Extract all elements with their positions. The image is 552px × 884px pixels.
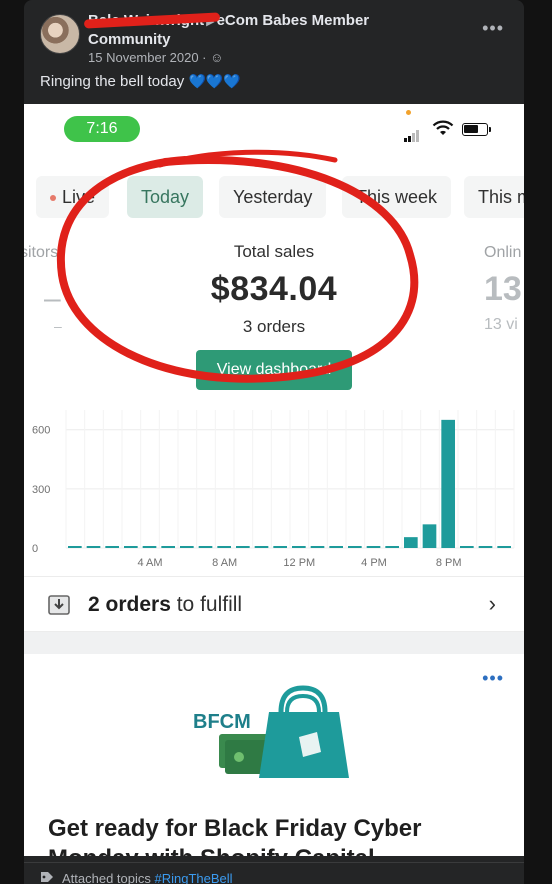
footer-text: Attached topics #RingTheBell — [62, 871, 233, 884]
tab-yesterday[interactable]: Yesterday — [219, 176, 327, 218]
total-sales-label: Total sales — [233, 242, 315, 261]
hashtag-link[interactable]: #RingTheBell — [155, 871, 233, 884]
bar-1-am — [86, 546, 101, 548]
visitors-sub: – — [54, 318, 62, 334]
bar-10-am — [254, 546, 269, 548]
attached-topics-label: Attached topics — [62, 871, 151, 884]
online-sub: 13 vi — [484, 316, 518, 333]
bar-10-pm — [478, 546, 493, 548]
orders-count: 3 orders — [242, 317, 306, 336]
bar-3-pm — [348, 546, 362, 548]
recording-dot-icon — [406, 110, 411, 115]
bfcm-bag-illustration: BFCM — [193, 685, 349, 778]
online-label: Onlin — [484, 244, 522, 261]
attached-screenshot[interactable]: 7:16 Live Today Yesterday This week This… — [24, 104, 524, 856]
tag-icon — [41, 872, 53, 882]
post-card: Bale Wainwright▶eCom Babes Member Commun… — [24, 0, 524, 884]
post-caption: Ringing the bell today — [40, 73, 185, 90]
bar-4-am — [142, 546, 157, 548]
tab-label: Today — [141, 187, 190, 207]
bar-8-am — [217, 546, 231, 548]
download-tray-icon — [48, 595, 70, 615]
period-tabs: Live Today Yesterday This week This m — [24, 176, 524, 218]
live-dot-icon — [50, 195, 56, 202]
tab-this-month[interactable]: This m — [464, 176, 524, 218]
x-tick-label: 8 AM — [212, 557, 237, 569]
bar-8-pm — [441, 419, 455, 548]
post-meta: 15 November 2020 · ☺ — [88, 50, 223, 65]
bar-11-am — [273, 546, 287, 548]
status-time: 7:16 — [64, 116, 140, 142]
x-tick-label: 4 PM — [361, 557, 387, 569]
post-date[interactable]: 15 November 2020 · — [88, 50, 207, 65]
avatar[interactable] — [40, 14, 80, 54]
bar-2-am — [105, 546, 119, 548]
total-sales-block[interactable]: Total sales $834.04 3 orders — [174, 242, 374, 337]
tab-live[interactable]: Live — [36, 176, 110, 218]
section-divider — [24, 632, 524, 654]
card-more-icon[interactable]: ••• — [482, 668, 504, 689]
bar-1-pm — [310, 546, 325, 548]
bar-11-pm — [497, 546, 511, 548]
bar-3-am — [124, 546, 138, 548]
total-sales-value: $834.04 — [210, 270, 338, 308]
y-tick-label: 0 — [32, 543, 38, 555]
x-tick-label: 12 PM — [283, 557, 315, 569]
tab-label: This m — [478, 187, 524, 207]
visitors-value: – — [44, 282, 61, 315]
chevron-right-icon: › — [488, 591, 496, 616]
group-icon: ☺ — [210, 50, 224, 65]
visitors-label: sitors — [24, 244, 59, 261]
x-tick-label: 4 AM — [137, 557, 162, 569]
blue-heart-icons: 💙💙💙 — [188, 73, 241, 89]
more-options-icon[interactable]: ••• — [482, 18, 504, 39]
post-footer: Attached topics #RingTheBell — [24, 862, 524, 884]
bar-9-am — [236, 546, 250, 548]
bar-6-am — [180, 546, 194, 548]
fulfill-suffix: to fulfill — [176, 593, 243, 616]
fulfill-count: 2 orders — [88, 593, 171, 616]
tab-label: Live — [62, 187, 96, 207]
bar-7-am — [198, 546, 213, 548]
bar-2-pm — [329, 546, 343, 548]
view-dashboard-button[interactable]: View dashboard — [196, 350, 352, 390]
signal-icon — [404, 124, 420, 142]
tab-today[interactable]: Today — [127, 176, 204, 218]
author-name[interactable]: Bale Wainwright — [83, 12, 221, 30]
bfcm-label: BFCM — [193, 711, 251, 733]
x-tick-label: 8 PM — [436, 557, 462, 569]
bar-5-pm — [385, 546, 399, 548]
status-bar: 7:16 — [24, 104, 524, 154]
author-line: Bale Wainwright▶eCom Babes Member Commun… — [83, 12, 448, 49]
bar-12-pm — [292, 546, 306, 548]
metrics-row: sitors – – Total sales $834.04 3 orders … — [24, 234, 524, 354]
y-tick-label: 600 — [32, 425, 50, 437]
battery-icon — [462, 123, 491, 136]
bar-7-pm — [422, 524, 437, 548]
sales-chart: 0 300 600 4 AM 8 AM 12 PM 4 PM 8 PM — [32, 410, 515, 569]
wifi-icon — [432, 120, 454, 135]
bar-4-pm — [366, 546, 381, 548]
bar-12-am — [68, 546, 82, 548]
bfcm-promo-card[interactable]: ••• BFCM Get ready for Black Friday Cybe… — [24, 654, 524, 856]
tab-label: This week — [356, 187, 438, 207]
post-header: Bale Wainwright▶eCom Babes Member Commun… — [24, 0, 524, 100]
tab-this-week[interactable]: This week — [342, 176, 452, 218]
bar-9-pm — [460, 546, 474, 548]
y-tick-label: 300 — [32, 484, 50, 496]
fulfill-text: 2 orders to fulfill — [88, 593, 242, 617]
post-text: Ringing the bell today 💙💙💙 — [40, 73, 241, 90]
promo-title: Get ready for Black Friday Cyber Monday … — [48, 815, 422, 856]
bar-6-pm — [404, 537, 418, 548]
bar-5-am — [161, 546, 175, 548]
online-value: 13 — [484, 270, 522, 308]
orders-to-fulfill-row[interactable]: 2 orders to fulfill › — [24, 576, 524, 632]
tab-label: Yesterday — [233, 187, 313, 207]
